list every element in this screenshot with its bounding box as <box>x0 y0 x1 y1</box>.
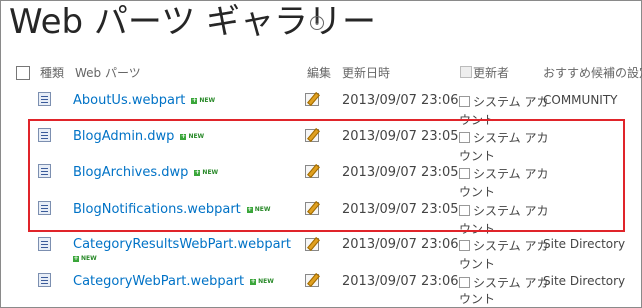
webpart-file-icon <box>38 92 51 106</box>
author-presence-icon <box>459 96 470 107</box>
column-header-webpart[interactable]: Web パーツ <box>75 64 141 81</box>
author-presence-icon <box>459 277 470 288</box>
author-presence-icon <box>459 240 470 251</box>
recommendation-value: COMMUNITY <box>543 93 618 107</box>
edit-pencil-icon[interactable] <box>305 274 319 287</box>
new-badge: + NEW <box>250 277 274 285</box>
edit-pencil-icon[interactable] <box>305 238 319 251</box>
column-header-modified[interactable]: 更新日時 <box>342 64 390 81</box>
column-header-edit: 編集 <box>307 66 332 80</box>
new-badge: + NEW <box>73 254 97 262</box>
author-name-continued[interactable]: ウント <box>459 255 495 272</box>
column-filter-icon <box>460 66 472 78</box>
select-all-checkbox[interactable] <box>16 66 30 80</box>
column-header-modified-by[interactable]: 更新者 <box>473 64 509 81</box>
edit-pencil-icon[interactable] <box>305 93 319 106</box>
author-name[interactable]: システム アカ <box>473 274 548 291</box>
webpart-name-link[interactable]: AboutUs.webpart + NEW <box>73 93 215 108</box>
recommendation-value: Site Directory <box>543 237 626 251</box>
new-badge: + NEW <box>191 96 216 104</box>
column-header-type[interactable]: 種類 <box>40 64 64 81</box>
webpart-name-link[interactable]: CategoryWebPart.webpart + NEW <box>73 274 274 289</box>
recommendation-value: Site Directory <box>543 274 626 288</box>
webpart-name-link[interactable]: CategoryResultsWebPart.webpart <box>73 237 291 252</box>
webpart-file-icon <box>38 273 51 287</box>
author-name[interactable]: システム アカ <box>473 93 548 110</box>
modified-date: 2013/09/07 23:06 <box>342 237 459 252</box>
modified-date: 2013/09/07 23:06 <box>342 93 459 108</box>
modified-date: 2013/09/07 23:06 <box>342 274 459 289</box>
webpart-file-icon <box>38 237 51 251</box>
info-icon[interactable]: i <box>310 16 324 30</box>
highlight-box <box>28 119 625 232</box>
author-name-continued[interactable]: ウント <box>459 290 495 307</box>
author-name[interactable]: システム アカ <box>473 237 548 254</box>
column-header-recommendation[interactable]: おすすめ候補の設定 <box>543 64 642 81</box>
